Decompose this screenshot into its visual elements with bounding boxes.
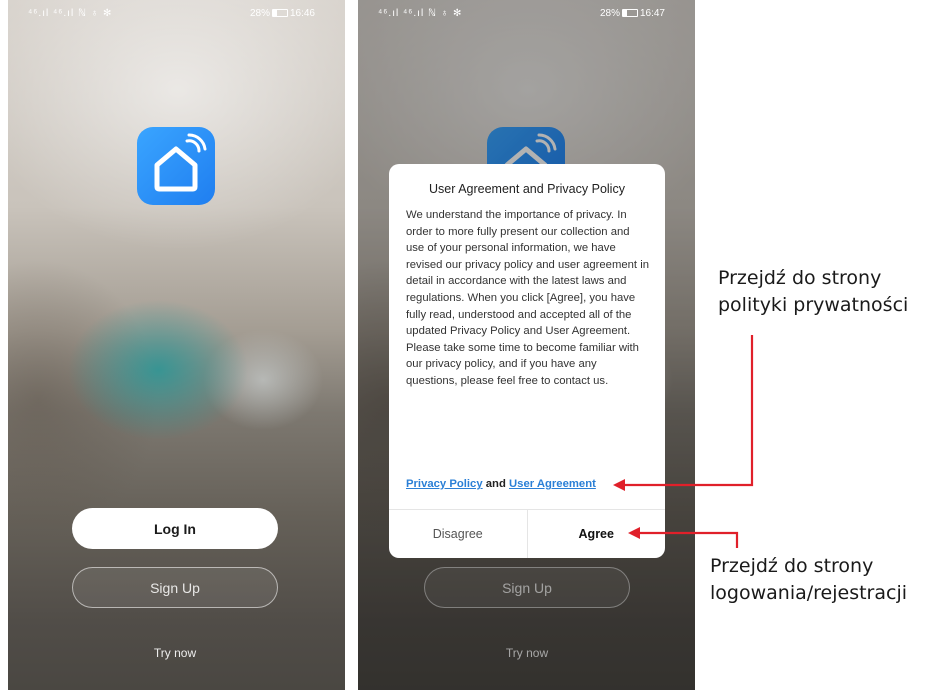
- privacy-arrow-line: [622, 335, 754, 487]
- agree-arrow-head: [628, 527, 640, 539]
- annotation-arrows: [613, 335, 754, 548]
- privacy-arrow-head: [613, 479, 625, 491]
- agree-arrow-line: [638, 531, 739, 548]
